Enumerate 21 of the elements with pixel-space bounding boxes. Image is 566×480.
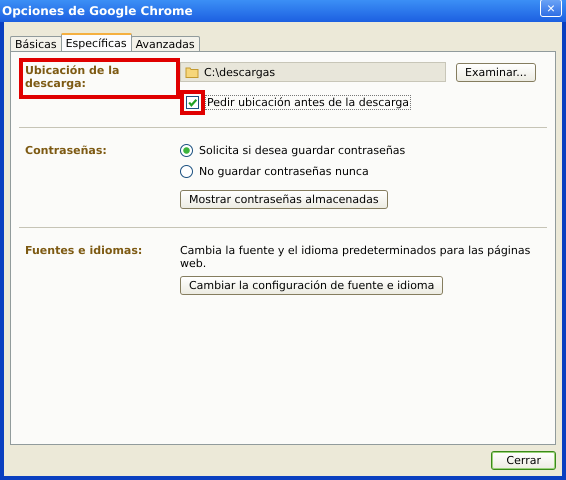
radio-button[interactable] (180, 144, 193, 157)
radio-label[interactable]: No guardar contraseñas nunca (199, 165, 369, 178)
tab[interactable]: Avanzadas (130, 36, 200, 51)
show-passwords-button[interactable]: Mostrar contraseñas almacenadas (180, 190, 388, 209)
section-label: Ubicación de la descarga: (19, 58, 180, 99)
radio-label[interactable]: Solicita si desea guardar contraseñas (199, 144, 406, 157)
tab[interactable]: Específicas (60, 33, 132, 51)
radio-button[interactable] (180, 165, 193, 178)
checkbox-label[interactable]: Pedir ubicación antes de la descarga (205, 95, 412, 110)
browse-button[interactable]: Examinar... (456, 62, 536, 82)
path-field[interactable]: C:\descargas (180, 62, 446, 82)
close-button[interactable]: × (540, 0, 562, 17)
checkbox[interactable] (186, 96, 199, 109)
window-title: Opciones de Google Chrome (2, 4, 193, 18)
tab[interactable]: Básicas (10, 36, 62, 51)
section-label: Fuentes e idiomas: (25, 244, 142, 257)
folder-icon (185, 66, 199, 78)
font-settings-button[interactable]: Cambiar la configuración de fuente e idioma (180, 276, 444, 295)
description-text: Cambia la fuente y el idioma predeterminados para las páginas web. (180, 244, 532, 270)
close-dialog-button[interactable]: Cerrar (491, 451, 556, 470)
section-label: Contraseñas: (25, 144, 107, 157)
